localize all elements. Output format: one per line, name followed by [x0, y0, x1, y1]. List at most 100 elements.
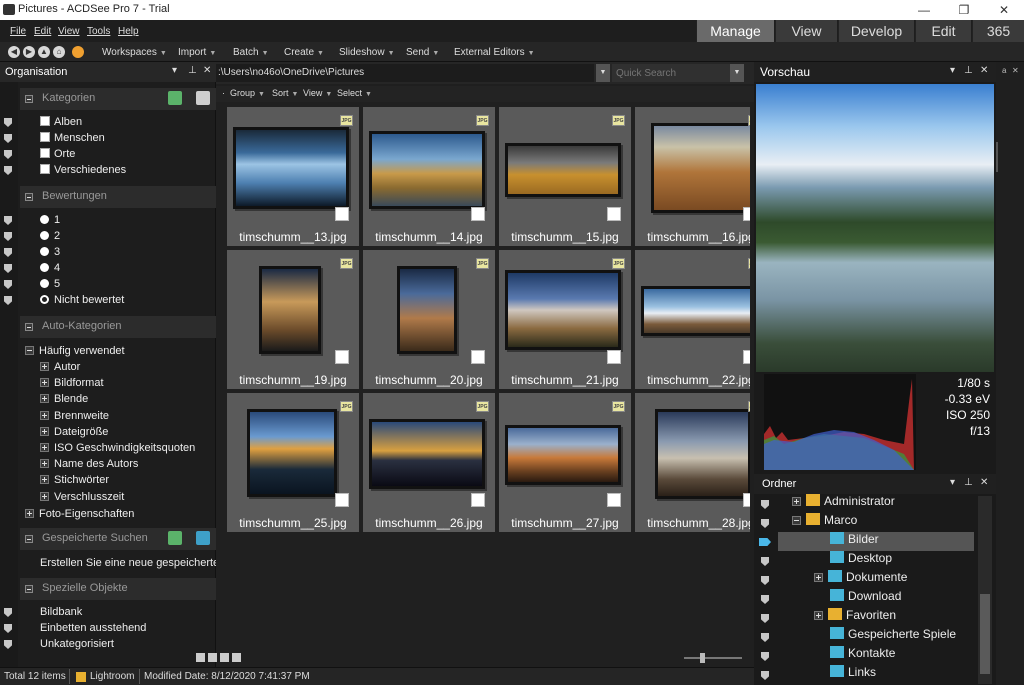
- pin-icon[interactable]: [4, 232, 12, 241]
- mode-tab-edit[interactable]: Edit: [915, 20, 971, 42]
- favorite-icon[interactable]: [72, 46, 84, 58]
- select-checkbox[interactable]: [743, 207, 750, 221]
- thumbnail-cell[interactable]: JPG timschumm__26.jpg: [363, 393, 495, 532]
- select-menu[interactable]: Select ▼: [337, 88, 372, 98]
- pin-icon[interactable]: [761, 519, 769, 528]
- auto-bildformat[interactable]: Bildformat: [40, 377, 104, 389]
- pin-icon[interactable]: [4, 608, 12, 617]
- pin-icon[interactable]: [4, 150, 12, 159]
- thumbnail-cell[interactable]: JPG timschumm__16.jpg: [635, 107, 750, 246]
- folder-download[interactable]: Download: [778, 589, 974, 608]
- auto-foto-eigenschaften[interactable]: Foto-Eigenschaften: [25, 508, 134, 520]
- folder-gespeicherte-spiele[interactable]: Gespeicherte Spiele: [778, 627, 974, 646]
- category-book-icon[interactable]: [168, 91, 182, 105]
- folder-kontakte[interactable]: Kontakte: [778, 646, 974, 665]
- expand-icon[interactable]: [25, 509, 34, 518]
- menu-tools[interactable]: Tools: [87, 26, 110, 37]
- expand-icon[interactable]: [40, 475, 49, 484]
- mode-tab-365[interactable]: 365: [972, 20, 1024, 42]
- expand-icon[interactable]: [40, 411, 49, 420]
- auto-blende[interactable]: Blende: [40, 393, 88, 405]
- checkbox[interactable]: [40, 132, 50, 142]
- expand-icon[interactable]: [40, 378, 49, 387]
- thumbnail-cell[interactable]: JPG timschumm__13.jpg: [227, 107, 359, 246]
- expand-icon[interactable]: [792, 497, 801, 506]
- folder-bilder[interactable]: Bilder: [778, 532, 974, 551]
- pin-icon[interactable]: [4, 264, 12, 273]
- auto-name-des-autors[interactable]: Name des Autors: [40, 458, 138, 470]
- pin-icon[interactable]: ⊥: [188, 65, 197, 76]
- radio-button[interactable]: [40, 295, 49, 304]
- pin-icon[interactable]: [761, 633, 769, 642]
- select-checkbox[interactable]: [607, 493, 621, 507]
- pin-icon[interactable]: [4, 134, 12, 143]
- section-bewertungen[interactable]: Bewertungen: [20, 186, 216, 208]
- strip-close-icon[interactable]: ✕: [1012, 66, 1019, 75]
- mode-tab-manage[interactable]: Manage: [696, 20, 774, 42]
- back-icon[interactable]: ◀: [8, 46, 20, 58]
- close-icon[interactable]: ✕: [203, 65, 211, 76]
- close-icon[interactable]: ✕: [980, 477, 988, 488]
- rating-1[interactable]: 1: [40, 214, 60, 226]
- select-checkbox[interactable]: [335, 207, 349, 221]
- mode-tab-view[interactable]: View: [775, 20, 837, 42]
- path-dropdown-icon[interactable]: ▼: [596, 64, 610, 82]
- checkbox[interactable]: [40, 116, 50, 126]
- expand-icon[interactable]: [40, 394, 49, 403]
- select-checkbox[interactable]: [335, 493, 349, 507]
- rating-3[interactable]: 3: [40, 246, 60, 258]
- search-dropdown-icon[interactable]: ▼: [730, 64, 744, 82]
- menu-view[interactable]: View: [58, 26, 80, 37]
- pin-icon[interactable]: [761, 652, 769, 661]
- strip-pin-icon[interactable]: a: [1002, 66, 1006, 75]
- section-auto-kategorien[interactable]: Auto-Kategorien: [20, 316, 216, 338]
- thumbnail-cell[interactable]: JPG timschumm__22.jpg: [635, 250, 750, 389]
- special-einbetten[interactable]: Einbetten ausstehend: [40, 622, 146, 634]
- section-kategorien[interactable]: Kategorien: [20, 88, 216, 110]
- pin-icon[interactable]: [4, 118, 12, 127]
- category-alben[interactable]: Alben: [40, 116, 82, 128]
- thumbnail-cell[interactable]: JPG timschumm__27.jpg: [499, 393, 631, 532]
- forward-icon[interactable]: ▶: [23, 46, 35, 58]
- radio-button[interactable]: [40, 231, 49, 240]
- zoom-slider-thumb[interactable]: [700, 653, 705, 663]
- view-mode-icon[interactable]: [220, 653, 229, 662]
- radio-button[interactable]: [40, 263, 49, 272]
- select-checkbox[interactable]: [743, 493, 750, 507]
- rating-4[interactable]: 4: [40, 262, 60, 274]
- thumbnail-cell[interactable]: JPG timschumm__21.jpg: [499, 250, 631, 389]
- pin-icon[interactable]: [761, 671, 769, 680]
- view-mode-icon[interactable]: [232, 653, 241, 662]
- collapse-icon[interactable]: [25, 585, 33, 593]
- select-checkbox[interactable]: [607, 207, 621, 221]
- special-bildbank[interactable]: Bildbank: [40, 606, 82, 618]
- collapse-icon[interactable]: [25, 535, 33, 543]
- expand-icon[interactable]: [814, 573, 823, 582]
- close-button[interactable]: ✕: [984, 0, 1024, 20]
- section-gespeicherte-suchen[interactable]: Gespeicherte Suchen: [20, 528, 216, 550]
- folder-dokumente[interactable]: Dokumente: [778, 570, 974, 589]
- pin-icon[interactable]: ⊥: [964, 477, 973, 488]
- auto-brennweite[interactable]: Brennweite: [40, 410, 109, 422]
- rating-2[interactable]: 2: [40, 230, 60, 242]
- auto-group-haeufig[interactable]: Häufig verwendet: [25, 345, 125, 357]
- panel-menu-icon[interactable]: ▾: [950, 477, 955, 488]
- auto-dateigroesse[interactable]: Dateigröße: [40, 426, 108, 438]
- checkbox[interactable]: [40, 148, 50, 158]
- auto-iso[interactable]: ISO Geschwindigkeitsquoten: [40, 442, 195, 454]
- zoom-slider-track[interactable]: [684, 657, 742, 659]
- pin-icon[interactable]: [4, 248, 12, 257]
- collapse-icon[interactable]: [25, 95, 33, 103]
- pin-icon[interactable]: [761, 500, 769, 509]
- radio-button[interactable]: [40, 279, 49, 288]
- auto-autor[interactable]: Autor: [40, 361, 80, 373]
- slideshow-menu[interactable]: Slideshow ▼: [339, 47, 395, 58]
- collapse-icon[interactable]: [792, 516, 801, 525]
- auto-verschlusszeit[interactable]: Verschlusszeit: [40, 491, 124, 503]
- select-checkbox[interactable]: [743, 350, 750, 364]
- pin-icon[interactable]: [761, 614, 769, 623]
- folder-favoriten[interactable]: Favoriten: [778, 608, 974, 627]
- new-saved-search-icon[interactable]: [196, 531, 210, 545]
- category-orte[interactable]: Orte: [40, 148, 75, 160]
- send-menu[interactable]: Send ▼: [406, 47, 439, 58]
